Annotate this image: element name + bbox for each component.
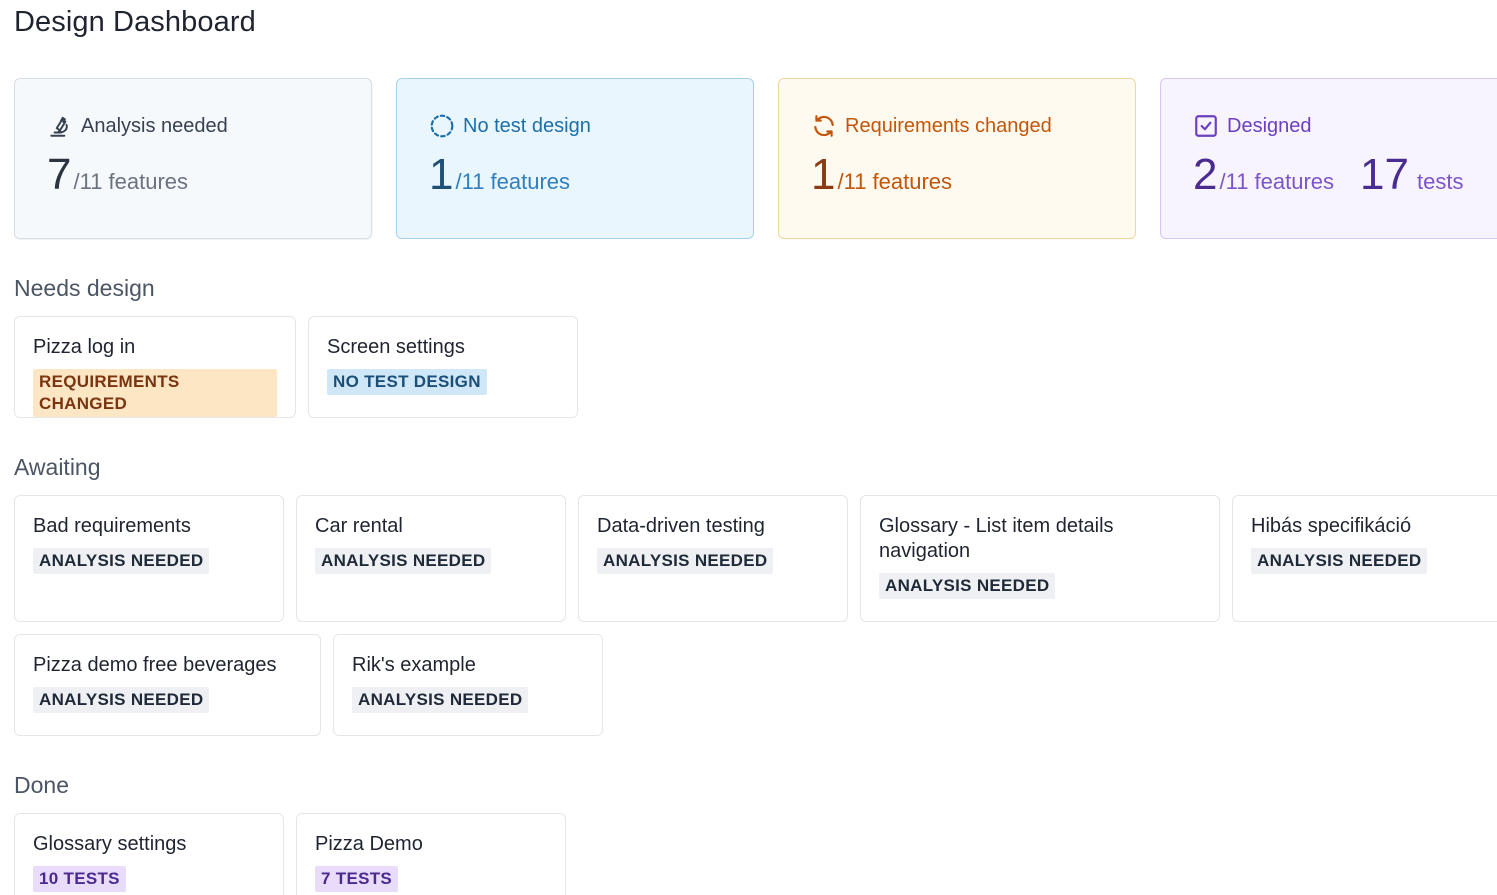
status-badge: ANALYSIS NEEDED <box>315 548 492 574</box>
feature-card-screen-settings[interactable]: Screen settings NO TEST DESIGN <box>308 316 578 418</box>
stat-label: Requirements changed <box>845 114 1052 137</box>
stat-tests-count: 17 <box>1360 150 1409 199</box>
stat-header: Requirements changed <box>811 113 1052 139</box>
feature-card-riks-example[interactable]: Rik's example ANALYSIS NEEDED <box>333 634 603 736</box>
feature-card-glossary-settings[interactable]: Glossary settings 10 TESTS <box>14 813 284 895</box>
checkbox-icon <box>1195 115 1217 137</box>
microscope-icon <box>50 116 68 137</box>
section-title-awaiting: Awaiting <box>14 454 101 480</box>
stat-count: 2 <box>1193 150 1218 199</box>
feature-name: Car rental <box>315 515 403 537</box>
feature-name: Pizza Demo <box>315 833 423 855</box>
refresh-icon <box>814 115 834 137</box>
feature-name: Pizza log in <box>33 336 136 358</box>
stat-header: No test design <box>429 113 591 139</box>
status-badge: ANALYSIS NEEDED <box>352 687 529 713</box>
feature-name: Hibás specifikáció <box>1251 515 1412 537</box>
feature-card-bad-requirements[interactable]: Bad requirements ANALYSIS NEEDED <box>14 495 284 622</box>
stat-label: No test design <box>463 114 591 137</box>
stat-header: Analysis needed <box>47 113 228 139</box>
stat-values: 2 /11 features 17 tests <box>1193 151 1463 199</box>
tests-badge: 10 TESTS <box>33 866 126 892</box>
status-badge: ANALYSIS NEEDED <box>33 687 210 713</box>
stat-values: 1 /11 features <box>811 151 952 199</box>
stat-card-designed[interactable]: Designed 2 /11 features 17 tests <box>1160 78 1497 239</box>
stat-header: Designed <box>1193 113 1312 139</box>
stat-total: /11 features <box>837 169 953 194</box>
section-title-needs-design: Needs design <box>14 275 155 301</box>
stat-total: /11 features <box>1219 169 1335 194</box>
stat-card-analysis-needed[interactable]: Analysis needed 7 /11 features <box>14 78 372 239</box>
section-title-done: Done <box>14 772 69 798</box>
status-badge: ANALYSIS NEEDED <box>879 573 1056 599</box>
status-badge: ANALYSIS NEEDED <box>1251 548 1428 574</box>
stat-card-no-test-design[interactable]: No test design 1 /11 features <box>396 78 754 239</box>
stat-card-requirements-changed[interactable]: Requirements changed 1 /11 features <box>778 78 1136 239</box>
feature-name: Glossary settings <box>33 833 187 855</box>
feature-card-pizza-log-in[interactable]: Pizza log in REQUIREMENTS CHANGED <box>14 316 296 418</box>
status-badge: ANALYSIS NEEDED <box>33 548 210 574</box>
stat-values: 7 /11 features <box>47 151 188 199</box>
feature-card-glossary-list-item[interactable]: Glossary - List item details navigation … <box>860 495 1220 622</box>
stat-count: 1 <box>429 150 454 199</box>
stat-total: /11 features <box>73 169 189 194</box>
status-badge: REQUIREMENTS CHANGED <box>33 369 277 417</box>
stat-cards: Analysis needed 7 /11 features No test d… <box>14 78 1497 240</box>
feature-name: Glossary - List item details navigation <box>879 515 1114 562</box>
feature-name: Bad requirements <box>33 515 191 537</box>
feature-card-pizza-demo-free-beverages[interactable]: Pizza demo free beverages ANALYSIS NEEDE… <box>14 634 321 736</box>
status-badge: ANALYSIS NEEDED <box>597 548 774 574</box>
stat-tests-label: tests <box>1417 169 1464 194</box>
stat-label: Analysis needed <box>81 114 228 137</box>
status-badge: NO TEST DESIGN <box>327 369 487 395</box>
stat-label: Designed <box>1227 114 1312 137</box>
feature-card-hibas-specifikacio[interactable]: Hibás specifikáció ANALYSIS NEEDED <box>1232 495 1497 622</box>
stat-values: 1 /11 features <box>429 151 570 199</box>
dashed-circle-icon <box>430 114 454 138</box>
feature-card-pizza-demo[interactable]: Pizza Demo 7 TESTS <box>296 813 566 895</box>
tests-badge: 7 TESTS <box>315 866 399 892</box>
feature-name: Screen settings <box>327 336 465 358</box>
feature-card-car-rental[interactable]: Car rental ANALYSIS NEEDED <box>296 495 566 622</box>
stat-total: /11 features <box>455 169 571 194</box>
page-title: Design Dashboard <box>14 6 256 38</box>
feature-card-data-driven-testing[interactable]: Data-driven testing ANALYSIS NEEDED <box>578 495 848 622</box>
feature-name: Pizza demo free beverages <box>33 654 277 676</box>
stat-count: 1 <box>811 150 836 199</box>
feature-name: Rik's example <box>352 654 476 676</box>
feature-name: Data-driven testing <box>597 515 765 537</box>
stat-count: 7 <box>47 150 72 199</box>
